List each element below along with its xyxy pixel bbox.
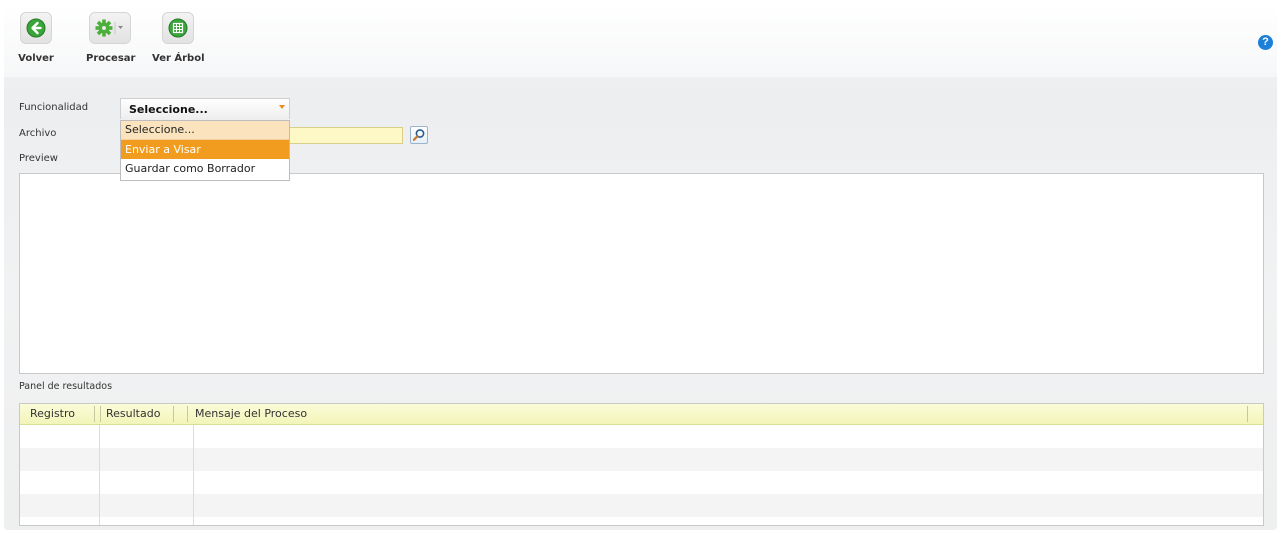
procesar-label: Procesar <box>86 53 136 64</box>
column-separator[interactable] <box>94 406 95 422</box>
results-grid: Registro Resultado Mensaje del Proceso <box>19 403 1264 526</box>
chevron-down-icon[interactable] <box>279 105 285 109</box>
column-separator[interactable] <box>100 406 101 422</box>
back-arrow-icon <box>20 12 52 44</box>
ver-arbol-button[interactable]: Ver Árbol <box>152 12 205 64</box>
dropdown-option-seleccione[interactable]: Seleccione... <box>121 121 289 140</box>
column-header-resultado[interactable]: Resultado <box>106 404 160 424</box>
funcionalidad-label: Funcionalidad <box>19 102 89 113</box>
funcionalidad-dropdown-list: Seleccione... Enviar a Visar Guardar com… <box>120 120 290 181</box>
table-row[interactable] <box>20 448 1263 471</box>
column-header-mensaje[interactable]: Mensaje del Proceso <box>195 404 307 424</box>
funcionalidad-select[interactable]: Seleccione... <box>120 98 290 119</box>
toolbar: Volver Procesar Ver Árbol ? <box>4 3 1277 77</box>
column-divider <box>99 425 100 525</box>
table-row[interactable] <box>20 425 1263 448</box>
dropdown-option-enviar-a-visar[interactable]: Enviar a Visar <box>121 140 289 159</box>
procesar-button[interactable]: Procesar <box>86 12 136 64</box>
tree-grid-icon <box>162 12 194 44</box>
table-row[interactable] <box>20 471 1263 494</box>
search-icon <box>412 129 425 141</box>
preview-panel <box>19 173 1264 374</box>
panel-resultados-label: Panel de resultados <box>19 381 113 392</box>
volver-button[interactable]: Volver <box>12 12 60 64</box>
column-separator[interactable] <box>173 406 174 422</box>
volver-label: Volver <box>18 53 54 64</box>
archivo-label: Archivo <box>19 128 57 139</box>
dropdown-option-guardar-como-borrador[interactable]: Guardar como Borrador <box>121 159 289 178</box>
grid-header: Registro Resultado Mensaje del Proceso <box>20 404 1263 425</box>
archivo-search-button[interactable] <box>410 126 428 144</box>
column-separator[interactable] <box>1247 406 1248 422</box>
funcionalidad-selected-value: Seleccione... <box>129 103 208 116</box>
column-separator[interactable] <box>187 406 188 422</box>
app-window: Volver Procesar Ver Árbol ? Funcionalida… <box>4 3 1277 530</box>
archivo-input[interactable] <box>287 127 403 144</box>
ver-arbol-label: Ver Árbol <box>152 53 205 64</box>
column-divider <box>193 425 194 525</box>
gear-icon <box>89 12 131 44</box>
preview-label: Preview <box>19 153 58 164</box>
column-header-registro[interactable]: Registro <box>30 404 75 424</box>
table-row[interactable] <box>20 494 1263 517</box>
help-icon[interactable]: ? <box>1258 35 1273 50</box>
